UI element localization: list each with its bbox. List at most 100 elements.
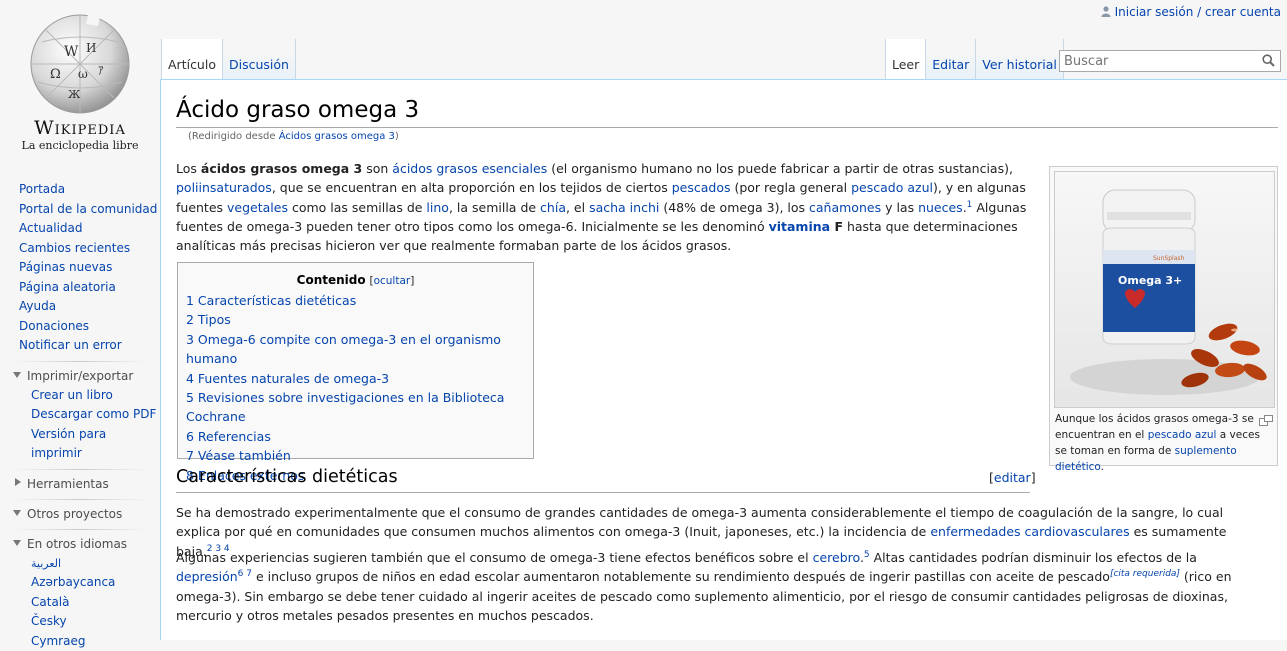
sidebar-item-portada[interactable]: Portada <box>0 180 160 200</box>
citation-needed-link[interactable]: [cita requerida] <box>1110 569 1180 579</box>
sidebar-item-portal-comunidad[interactable]: Portal de la comunidad <box>0 200 160 220</box>
link-depresion[interactable]: depresión <box>176 569 238 584</box>
redirect-note: (Redirigido desde Ácidos grasos omega 3) <box>188 131 399 142</box>
sidebar-item-donaciones[interactable]: Donaciones <box>0 317 160 337</box>
language-item-ca[interactable]: Català <box>0 593 160 613</box>
tab-ver-historial[interactable]: Ver historial <box>976 39 1064 79</box>
puzzle-globe-icon: W И Ω ω ｱ Ж <box>28 12 132 120</box>
thumbnail: SunSplash Omega 3+ Aunque los ácidos gra… <box>1049 166 1278 466</box>
tab-editar[interactable]: Editar <box>926 39 976 79</box>
print-portlet-toggle[interactable]: Imprimir/exportar <box>0 367 160 386</box>
redirect-prefix: (Redirigido desde <box>188 131 279 142</box>
link-vitamina[interactable]: vitamina <box>769 219 831 234</box>
search-icon[interactable] <box>1262 54 1275 71</box>
link-nueces[interactable]: nueces <box>918 200 963 215</box>
intro-bold-term: F <box>830 219 843 234</box>
toc-bracket: ] <box>410 275 414 287</box>
sidebar: Portada Portal de la comunidad Actualida… <box>0 180 160 651</box>
expanded-triangle-icon <box>13 540 21 546</box>
link-pescado-azul[interactable]: pescado azul <box>851 180 933 195</box>
omega3-image[interactable]: SunSplash Omega 3+ <box>1054 171 1275 408</box>
intro-text: y las <box>881 200 918 215</box>
enlarge-icon[interactable] <box>1259 411 1273 430</box>
languages-portlet-toggle[interactable]: En otros idiomas <box>0 535 160 554</box>
link-vegetales[interactable]: vegetales <box>227 200 288 215</box>
language-item-cy[interactable]: Cymraeg <box>0 632 160 651</box>
toc-item[interactable]: 1 Características dietéticas <box>178 291 533 310</box>
link-lino[interactable]: lino <box>426 200 449 215</box>
link-canamones[interactable]: cañamones <box>809 200 881 215</box>
svg-text:Ω: Ω <box>50 67 61 82</box>
view-tabs: Leer Editar Ver historial <box>885 39 1064 80</box>
search-input[interactable] <box>1064 54 1254 69</box>
toc-item[interactable]: 6 Referencias <box>178 427 533 446</box>
divider <box>13 499 148 500</box>
wikipedia-logo[interactable]: W И Ω ω ｱ Ж Wikipedia La enciclopedia li… <box>0 0 160 160</box>
sidebar-item-pagina-aleatoria[interactable]: Página aleatoria <box>0 278 160 298</box>
link-cerebro[interactable]: cerebro <box>813 550 860 565</box>
tab-discusion[interactable]: Discusión <box>223 39 296 79</box>
intro-text: como las semillas de <box>288 200 426 215</box>
divider <box>13 529 148 530</box>
link-acidos-grasos-esenciales[interactable]: ácidos grasos esenciales <box>392 161 547 176</box>
languages-portlet-heading: En otros idiomas <box>27 537 127 551</box>
link-pescados[interactable]: pescados <box>672 180 731 195</box>
toc-item[interactable]: 2 Tipos <box>178 310 533 329</box>
sidebar-item-notificar-error[interactable]: Notificar un error <box>0 336 160 356</box>
svg-text:ω: ω <box>78 67 88 81</box>
link-enfermedades-cardiovasculares[interactable]: enfermedades cardiovasculares <box>930 524 1129 539</box>
language-item-ar[interactable]: العربية <box>0 554 160 574</box>
paragraph-text: Algunas experiencias sugieren también qu… <box>176 550 813 565</box>
sidebar-item-ayuda[interactable]: Ayuda <box>0 297 160 317</box>
intro-bold-term: ácidos grasos omega 3 <box>201 161 362 176</box>
section-edit: [editar] <box>989 470 1036 485</box>
thumbnail-caption: Aunque los ácidos grasos omega-3 se encu… <box>1055 411 1270 475</box>
expanded-triangle-icon <box>13 510 21 516</box>
print-item-descargar-pdf[interactable]: Descargar como PDF <box>0 405 160 425</box>
toc-item[interactable]: 5 Revisiones sobre investigaciones en la… <box>178 388 533 427</box>
link-pescado-azul[interactable]: pescado azul <box>1148 429 1217 441</box>
intro-text: , que se encuentran en alta proporción e… <box>272 180 672 195</box>
divider <box>176 492 1030 493</box>
divider <box>13 469 148 470</box>
content-area: Ácido graso omega 3 (Redirigido desde Ác… <box>160 79 1287 640</box>
toc-title: Contenido <box>297 273 366 287</box>
table-of-contents: Contenido [ocultar] 1 Características di… <box>177 262 534 459</box>
toc-item[interactable]: 4 Fuentes naturales de omega-3 <box>178 369 533 388</box>
tab-articulo[interactable]: Artículo <box>161 39 223 79</box>
tab-leer[interactable]: Leer <box>885 39 926 79</box>
link-poliinsaturados[interactable]: poliinsaturados <box>176 180 272 195</box>
tools-portlet-toggle[interactable]: Herramientas <box>0 475 160 494</box>
sidebar-item-cambios-recientes[interactable]: Cambios recientes <box>0 239 160 259</box>
edit-bracket: ] <box>1031 470 1036 485</box>
tools-portlet-heading: Herramientas <box>27 477 109 491</box>
language-item-az[interactable]: Azərbaycanca <box>0 573 160 593</box>
toc-toggle-link[interactable]: ocultar <box>374 275 411 287</box>
caption-text: . <box>1101 461 1104 473</box>
toc-item[interactable]: 7 Véase también <box>178 446 533 465</box>
projects-portlet-heading: Otros proyectos <box>27 507 122 521</box>
languages-portlet: En otros idiomas العربية Azərbaycanca Ca… <box>0 535 160 651</box>
svg-text:Ж: Ж <box>68 88 81 101</box>
redirect-link[interactable]: Ácidos grasos omega 3 <box>279 131 395 142</box>
print-item-crear-libro[interactable]: Crear un libro <box>0 386 160 406</box>
link-sacha-inchi[interactable]: sacha inchi <box>589 200 659 215</box>
section-edit-link[interactable]: editar <box>994 470 1031 485</box>
reference-link[interactable]: 6 <box>238 569 244 579</box>
navigation-portlet: Portada Portal de la comunidad Actualida… <box>0 180 160 356</box>
svg-text:SunSplash: SunSplash <box>1153 255 1185 262</box>
intro-paragraph: Los ácidos grasos omega 3 son ácidos gra… <box>176 159 1031 255</box>
sidebar-item-actualidad[interactable]: Actualidad <box>0 219 160 239</box>
intro-text: , el <box>566 200 589 215</box>
language-item-cs[interactable]: Česky <box>0 612 160 632</box>
toc-title-row: Contenido [ocultar] <box>178 273 533 287</box>
toc-item[interactable]: 3 Omega-6 compite con omega-3 en el orga… <box>178 330 533 369</box>
print-portlet: Imprimir/exportar Crear un libro Descarg… <box>0 367 160 464</box>
print-item-version-imprimir[interactable]: Versión para imprimir <box>0 425 160 464</box>
svg-text:И: И <box>86 41 96 55</box>
login-link[interactable]: Iniciar sesión / crear cuenta <box>1115 5 1281 19</box>
projects-portlet-toggle[interactable]: Otros proyectos <box>0 505 160 524</box>
link-chia[interactable]: chía <box>540 200 566 215</box>
intro-text: , la semilla de <box>449 200 540 215</box>
sidebar-item-paginas-nuevas[interactable]: Páginas nuevas <box>0 258 160 278</box>
